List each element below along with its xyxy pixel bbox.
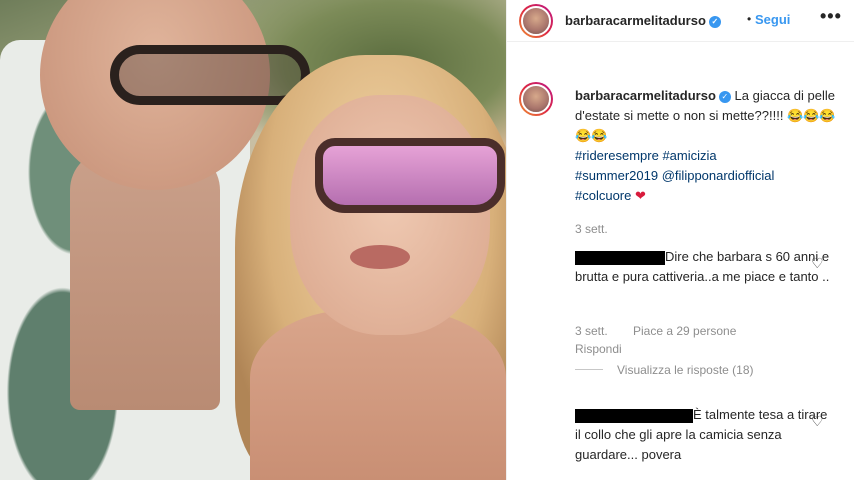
media-man-glasses: [110, 45, 310, 105]
comment-text-start: Dire che barbara s: [665, 249, 772, 264]
comment-likes-count[interactable]: Piace a 29 persone: [633, 324, 736, 338]
hashtag-link[interactable]: #rideresempre: [575, 148, 659, 163]
caption-avatar[interactable]: [519, 82, 553, 116]
post-sidebar: barbaracarmelitadurso ✓ • Segui ••• barba…: [506, 0, 854, 480]
verified-badge-icon: ✓: [718, 90, 731, 103]
comment-item: Dire che barbara s 60 anni e brutta e pu…: [575, 247, 835, 287]
more-options-icon[interactable]: •••: [820, 6, 842, 27]
caption-timestamp[interactable]: 3 sett.: [575, 222, 608, 236]
media-woman-face: [290, 95, 490, 335]
hashtag-link[interactable]: #amicizia: [662, 148, 716, 163]
caption-username[interactable]: barbaracarmelitadurso: [575, 88, 716, 103]
verified-badge-icon: ✓: [708, 15, 721, 28]
comment-text-start: È talmente tesa: [693, 407, 784, 422]
post-media-video[interactable]: [0, 0, 506, 480]
reply-button[interactable]: Rispondi: [575, 342, 622, 356]
media-woman-lips: [350, 245, 410, 269]
replies-divider: [575, 369, 603, 370]
avatar-image: [521, 6, 551, 36]
caption-text: barbaracarmelitadurso ✓ La giacca di pell…: [575, 86, 845, 206]
view-replies-button[interactable]: Visualizza le risposte (18): [617, 363, 754, 377]
redacted-username: [575, 408, 693, 423]
post-header: barbaracarmelitadurso ✓ • Segui •••: [507, 0, 854, 42]
comment-item: È talmente tesa a tirare il collo che gl…: [575, 405, 835, 465]
media-woman-sunglasses: [315, 138, 505, 213]
red-heart-emoji-icon: ❤: [635, 188, 646, 203]
hashtag-link[interactable]: #colcuore: [575, 188, 631, 203]
author-username[interactable]: barbaracarmelitadurso ✓: [565, 13, 721, 28]
heart-outline-icon[interactable]: ♡: [811, 256, 825, 270]
hashtag-link[interactable]: #summer2019: [575, 168, 658, 183]
heart-outline-icon[interactable]: ♡: [811, 414, 825, 428]
follow-button[interactable]: Segui: [755, 12, 790, 27]
redacted-username: [575, 250, 665, 265]
separator-dot: •: [747, 12, 752, 26]
author-avatar[interactable]: [519, 4, 553, 38]
media-woman-neck: [250, 310, 506, 480]
author-username-text[interactable]: barbaracarmelitadurso: [565, 13, 706, 28]
avatar-image: [521, 84, 551, 114]
comment-timestamp[interactable]: 3 sett.: [575, 324, 608, 338]
mention-link[interactable]: @filipponardiofficial: [662, 168, 775, 183]
